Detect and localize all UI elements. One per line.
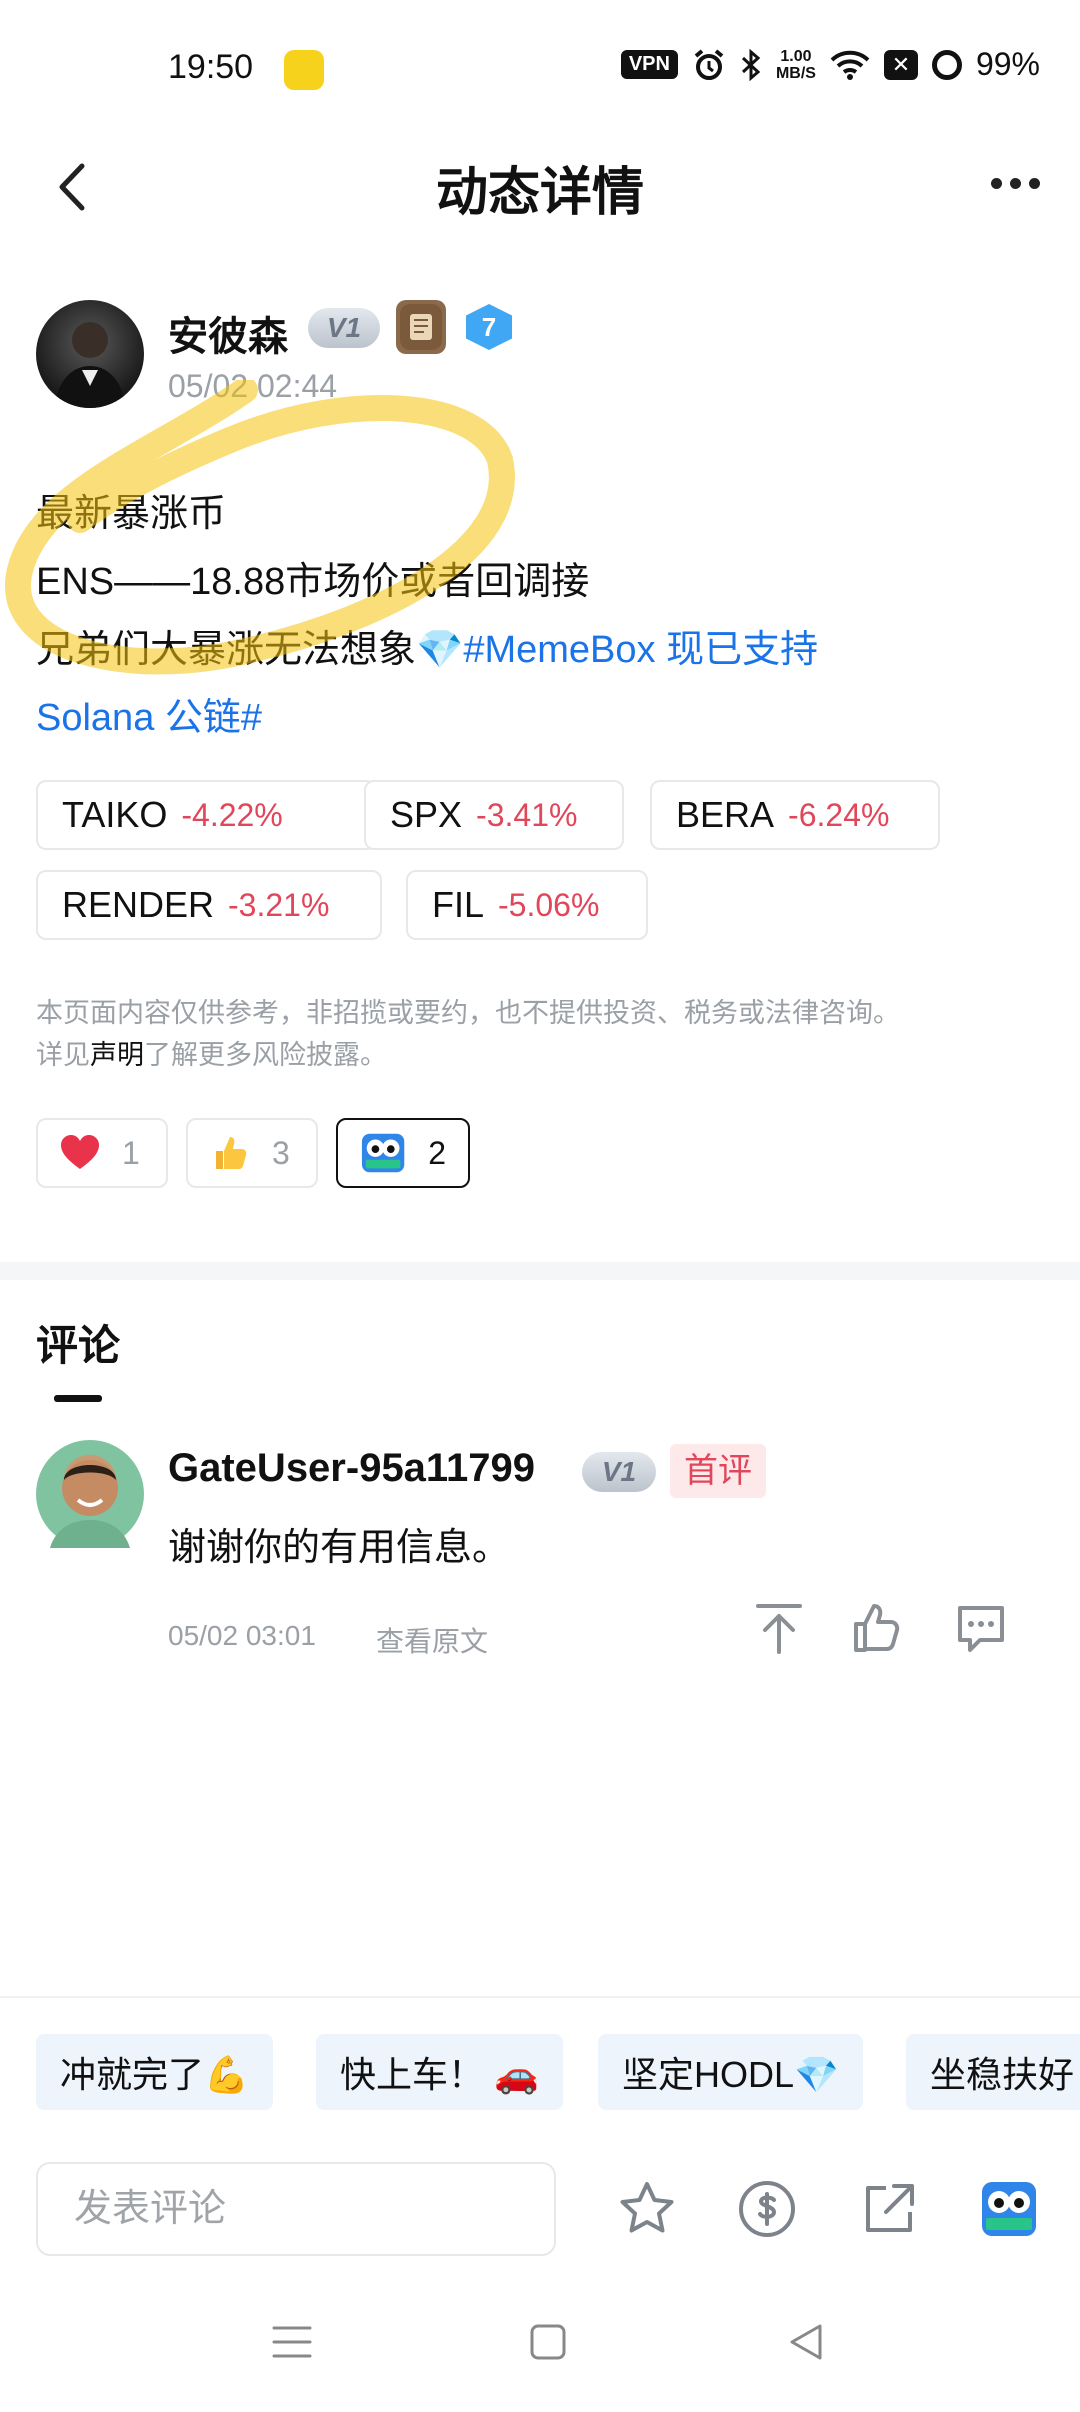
level-hex-badge: 7 (466, 304, 512, 350)
reaction-count: 3 (272, 1134, 290, 1171)
disclaimer-link[interactable]: 声明 (90, 1040, 144, 1070)
ticker-symbol: FIL (432, 884, 485, 925)
ticker-symbol: TAIKO (62, 794, 168, 835)
first-comment-tag: 首评 (670, 1444, 766, 1498)
view-original-link[interactable]: 查看原文 (376, 1620, 488, 1660)
ticker-chip[interactable]: TAIKO -4.22% (36, 780, 376, 850)
alarm-icon (694, 48, 724, 80)
wifi-icon (830, 50, 870, 80)
author-avatar[interactable] (36, 300, 144, 408)
menu-nav-icon[interactable] (270, 2322, 314, 2362)
page-title: 动态详情 (435, 164, 644, 222)
disclaimer-line-1: 本页面内容仅供参考，非招揽或要约，也不提供投资、税务或法律咨询。 (36, 998, 900, 1028)
reply-comment-icon[interactable] (954, 1600, 1008, 1656)
hashtag-link-continued[interactable]: Solana 公链# (36, 684, 1036, 752)
hodl-owl-icon[interactable] (978, 2178, 1040, 2240)
ticker-chip[interactable]: FIL -5.06% (406, 870, 648, 940)
person-silhouette-icon (54, 322, 126, 408)
ticker-change: -3.41% (476, 796, 578, 833)
disclaimer-prefix: 详见 (36, 1040, 90, 1070)
heart-icon (61, 1135, 99, 1169)
reaction-thumbs-button[interactable]: 3 (186, 1118, 318, 1188)
author-name[interactable]: 安彼森 (168, 304, 288, 362)
vip-level-badge: V1 (582, 1452, 656, 1492)
like-icon[interactable] (850, 1600, 904, 1656)
quick-reply-chip[interactable]: 冲就完了💪 (36, 2034, 273, 2110)
smiling-man-icon (50, 1460, 130, 1548)
disclaimer-line-2: 详见声明了解更多风险披露。 (36, 1034, 1046, 1076)
post-content: 最新暴涨币 ENS——18.88市场价或者回调接 兄弟们大暴涨无法想象💎#Mem… (36, 480, 1036, 752)
speed-unit: MB/S (775, 64, 816, 82)
comments-tab[interactable]: 评论 (36, 1312, 120, 1373)
comment-text: 谢谢你的有用信息。 (168, 1527, 511, 1569)
reaction-count: 1 (122, 1134, 140, 1171)
tip-coin-icon[interactable] (736, 2178, 798, 2240)
status-icons: VPN 1.00 MB/S ✕ 99% (620, 46, 1040, 83)
favorite-star-icon[interactable] (616, 2178, 678, 2240)
vip-level-badge: V1 (308, 308, 380, 348)
back-nav-icon[interactable] (786, 2322, 826, 2362)
post-timestamp: 05/02 02:44 (168, 368, 338, 404)
ticker-change: -3.21% (228, 886, 330, 923)
quick-reply-chip[interactable]: 坐稳扶好 (906, 2034, 1080, 2110)
disclaimer-suffix: 了解更多风险披露。 (144, 1040, 387, 1070)
home-nav-icon[interactable] (528, 2322, 568, 2362)
post-line-3-text: 兄弟们大暴涨无法想象💎 (36, 629, 464, 671)
ticker-symbol: BERA (676, 794, 775, 835)
battery-icon (931, 49, 962, 80)
ticker-symbol: SPX (390, 794, 463, 835)
ticker-change: -4.22% (181, 796, 283, 833)
thumbs-up-icon (216, 1137, 247, 1169)
commenter-avatar[interactable] (36, 1440, 144, 1548)
pin-top-icon[interactable] (752, 1600, 806, 1656)
section-divider (0, 1262, 1080, 1280)
speed-value: 1.00 (780, 47, 812, 65)
reaction-count: 2 (428, 1134, 446, 1171)
share-icon[interactable] (858, 2178, 920, 2240)
more-options-icon[interactable] (991, 178, 1040, 189)
quick-reply-chip[interactable]: 坚定HODL💎 (598, 2034, 863, 2110)
ticker-symbol: RENDER (62, 884, 215, 925)
status-time: 19:50 (168, 48, 254, 86)
hodl-owl-icon (361, 1133, 405, 1173)
post-line-2: ENS——18.88市场价或者回调接 (36, 561, 590, 603)
scroll-rank-badge-icon (396, 300, 446, 354)
bluetooth-icon (741, 48, 761, 81)
network-speed: 1.00 MB/S (776, 48, 816, 82)
ticker-chip[interactable]: SPX -3.41% (364, 780, 624, 850)
reaction-hodl-button[interactable]: 2 (336, 1118, 470, 1188)
vpn-icon: VPN (620, 50, 678, 79)
ticker-chip[interactable]: BERA -6.24% (650, 780, 940, 850)
ticker-change: -6.24% (788, 796, 890, 833)
reaction-heart-button[interactable]: 1 (36, 1118, 168, 1188)
risk-disclaimer: 本页面内容仅供参考，非招揽或要约，也不提供投资、税务或法律咨询。 详见声明了解更… (36, 992, 1046, 1076)
post-line-1: 最新暴涨币 (36, 493, 227, 535)
ticker-chip[interactable]: RENDER -3.21% (36, 870, 382, 940)
commenter-name[interactable]: GateUser-95a11799 (168, 1446, 535, 1491)
comment-input[interactable]: 发表评论 (36, 2162, 556, 2256)
comment-timestamp: 05/02 03:01 (168, 1620, 316, 1651)
quick-reply-divider (0, 1996, 1080, 1998)
app-notification-icon (284, 50, 324, 90)
no-sim-icon: ✕ (883, 49, 918, 80)
battery-level: 99% (975, 46, 1040, 82)
ticker-change: -5.06% (498, 886, 600, 923)
quick-reply-chip[interactable]: 快上车！ 🚗 (316, 2034, 563, 2110)
hashtag-link[interactable]: #MemeBox 现已支持 (463, 629, 818, 671)
tab-indicator (54, 1395, 102, 1402)
post-line-3: 兄弟们大暴涨无法想象💎#MemeBox 现已支持 (36, 616, 1036, 684)
